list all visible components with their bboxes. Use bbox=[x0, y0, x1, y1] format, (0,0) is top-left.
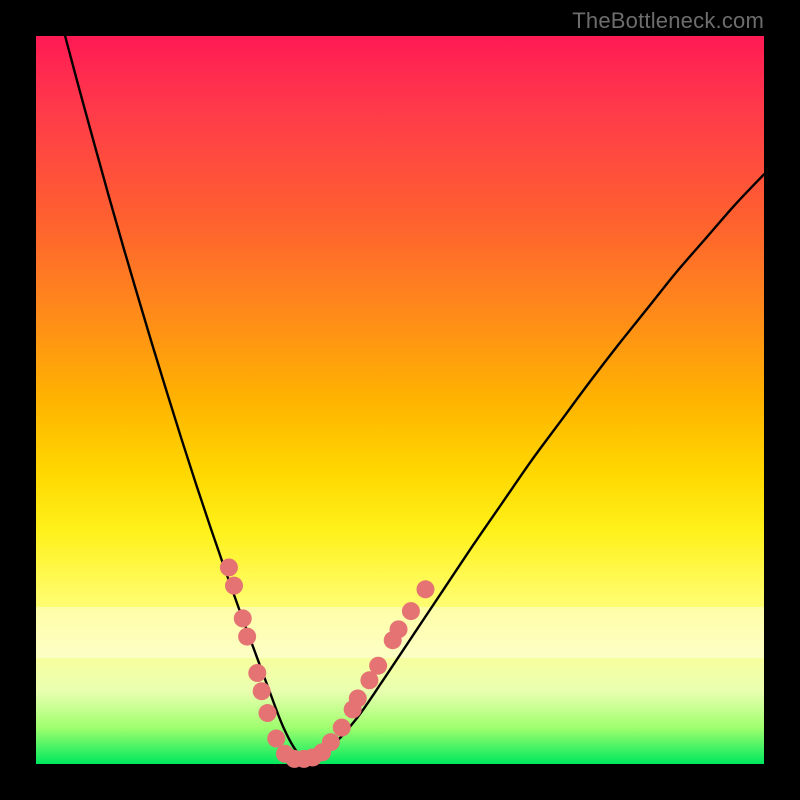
data-marker bbox=[390, 620, 408, 638]
bottleneck-curve bbox=[65, 36, 764, 760]
data-marker bbox=[267, 730, 285, 748]
attribution-text: TheBottleneck.com bbox=[572, 8, 764, 34]
data-marker bbox=[220, 558, 238, 576]
data-marker bbox=[248, 664, 266, 682]
data-marker bbox=[225, 577, 243, 595]
chart-frame: TheBottleneck.com bbox=[0, 0, 800, 800]
data-marker bbox=[259, 704, 277, 722]
data-marker bbox=[322, 733, 340, 751]
data-marker bbox=[333, 719, 351, 737]
data-marker bbox=[369, 657, 387, 675]
curve-layer bbox=[36, 36, 764, 764]
data-marker bbox=[234, 609, 252, 627]
data-marker bbox=[402, 602, 420, 620]
data-marker bbox=[349, 689, 367, 707]
data-marker bbox=[238, 628, 256, 646]
data-marker bbox=[416, 580, 434, 598]
marker-group bbox=[220, 558, 435, 767]
data-marker bbox=[253, 682, 271, 700]
plot-area bbox=[36, 36, 764, 764]
